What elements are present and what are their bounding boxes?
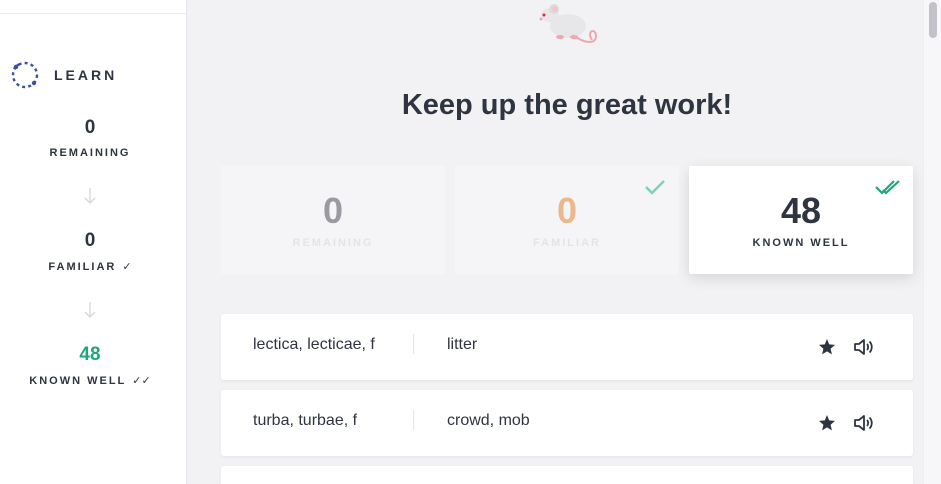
known-well-label: KNOWN WELL ✓✓ xyxy=(29,374,151,388)
learn-cycle-icon xyxy=(11,61,39,89)
sidebar-stat-familiar: 0 FAMILIAR ✓ xyxy=(0,230,180,275)
arrow-down-icon xyxy=(84,188,96,204)
card-familiar-count: 0 xyxy=(556,190,578,231)
sidebar-stat-known-well: 48 KNOWN WELL ✓✓ xyxy=(0,344,180,389)
row-divider xyxy=(413,410,414,430)
learn-label: LEARN xyxy=(54,67,118,83)
familiar-label: FAMILIAR ✓ xyxy=(48,260,132,274)
scrollbar-thumb[interactable] xyxy=(929,2,937,38)
word-row: lectica, lecticae, f litter xyxy=(221,314,913,380)
row-divider xyxy=(413,334,414,354)
card-known-well: 48 KNOWN WELL xyxy=(689,166,913,274)
page-title: Keep up the great work! xyxy=(401,89,733,121)
star-icon[interactable] xyxy=(818,414,836,432)
speaker-icon[interactable] xyxy=(853,338,873,356)
sidebar: LEARN 0 REMAINING 0 FAMILIAR ✓ 48 KNOWN … xyxy=(0,0,187,484)
known-well-count: 48 xyxy=(79,344,101,365)
known-well-label-text: KNOWN WELL xyxy=(29,374,127,387)
learn-nav-item[interactable]: LEARN xyxy=(10,60,117,90)
card-familiar-label: FAMILIAR xyxy=(533,237,601,249)
card-familiar: 0 FAMILIAR xyxy=(455,166,679,274)
card-known-well-count: 48 xyxy=(780,190,822,231)
double-check-icon: ✓✓ xyxy=(132,375,151,387)
remaining-count: 0 xyxy=(84,117,96,138)
remaining-label-text: REMAINING xyxy=(49,147,131,159)
arrow-down-icon xyxy=(84,302,96,318)
familiar-label-text: FAMILIAR xyxy=(48,260,117,273)
scrollbar[interactable] xyxy=(923,0,941,484)
sidebar-stat-remaining: 0 REMAINING xyxy=(0,117,180,161)
word-term: lectica, lecticae, f xyxy=(253,336,375,353)
familiar-count: 0 xyxy=(84,230,96,251)
card-remaining-count: 0 xyxy=(322,190,344,231)
card-known-well-label: KNOWN WELL xyxy=(752,237,850,249)
sidebar-top-divider xyxy=(0,13,187,14)
word-row: turba, turbae, f crowd, mob xyxy=(221,390,913,456)
word-definition: crowd, mob xyxy=(447,412,530,429)
speaker-icon[interactable] xyxy=(853,414,873,432)
card-remaining-label: REMAINING xyxy=(292,237,374,249)
star-icon[interactable] xyxy=(818,338,836,356)
remaining-label: REMAINING xyxy=(50,147,131,159)
word-row xyxy=(221,466,913,484)
word-definition: litter xyxy=(447,336,478,353)
check-icon: ✓ xyxy=(122,261,132,273)
mouse-mascot-icon xyxy=(539,4,598,43)
word-term: turba, turbae, f xyxy=(253,412,358,429)
card-remaining: 0 REMAINING xyxy=(221,166,445,274)
